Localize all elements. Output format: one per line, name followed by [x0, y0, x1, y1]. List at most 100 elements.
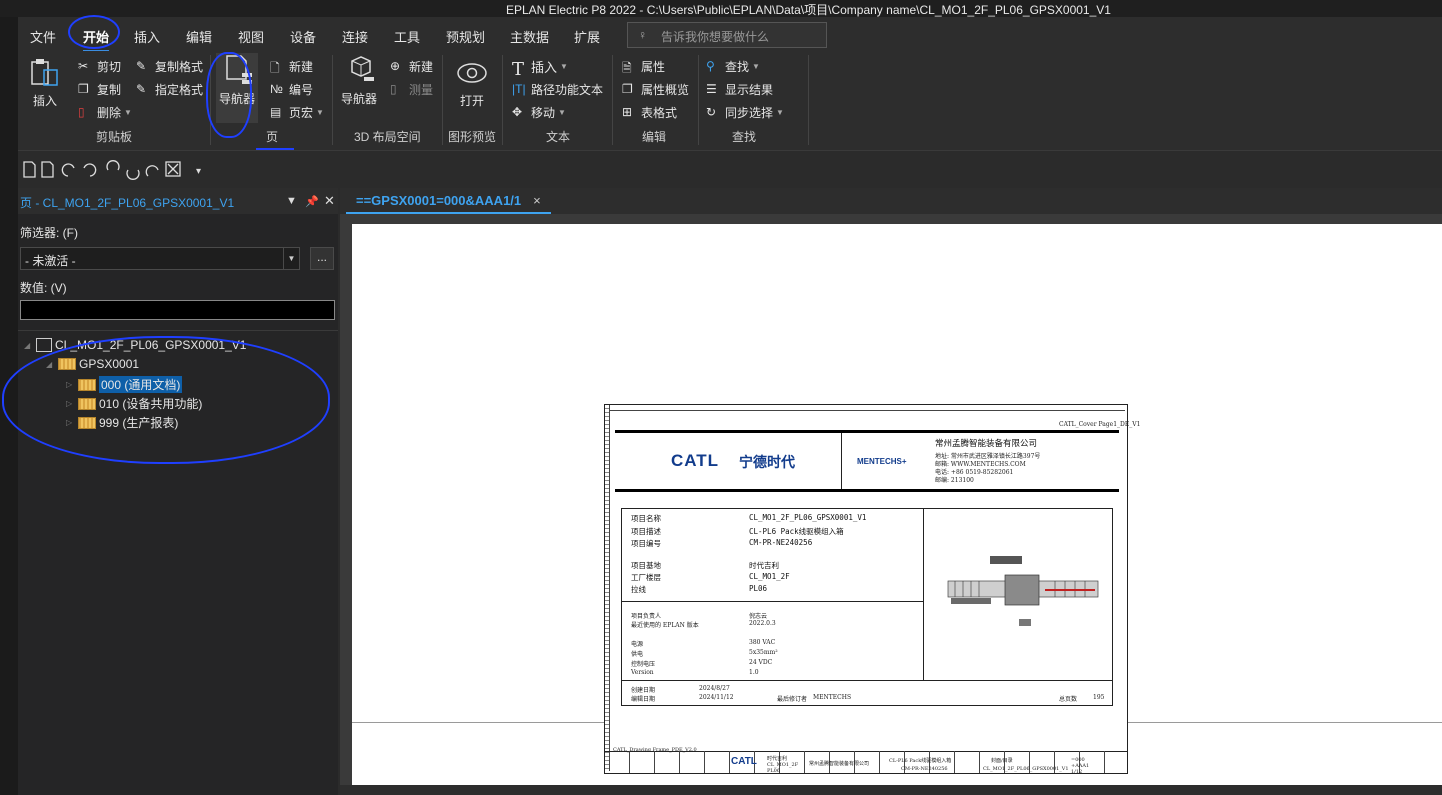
menu-edit[interactable]: 编辑 — [186, 27, 212, 46]
footer-field: CL_MO1_2F_PL06_GPSX0001_V1 — [983, 766, 1069, 772]
measure-button[interactable]: ▯ 测量 — [390, 81, 433, 98]
filter-label: 筛选器: (F) — [20, 226, 78, 240]
footer-field: 常州孟腾智能装备有限公司 — [809, 761, 870, 767]
table-format-label: 表格式 — [641, 106, 678, 120]
sync-select-button[interactable]: ↻ 同步选择 ▼ — [706, 104, 784, 121]
find-label: 查找 — [725, 60, 750, 74]
open-preview-button[interactable]: 打开 — [452, 59, 492, 109]
chevron-down-icon[interactable]: ▼ — [283, 248, 299, 269]
results-list-icon: ☰ — [706, 81, 717, 96]
delete-button[interactable]: ▯ 删除 ▼ — [78, 104, 132, 121]
eye-icon — [457, 63, 487, 83]
3d-navigator-button[interactable]: 导航器 — [338, 55, 380, 107]
apply-format-button[interactable]: ✎ 指定格式 — [136, 81, 203, 98]
spec-label: 最近使用的 EPLAN 版本 — [631, 622, 699, 629]
menu-file[interactable]: 文件 — [30, 27, 56, 46]
menu-devices[interactable]: 设备 — [290, 27, 316, 46]
field-value: CL_MO1_2F — [749, 572, 790, 581]
cover-sheet[interactable]: CATL_Cover Page1_DE_V1 CATL 宁德时代 MENTECH… — [604, 404, 1140, 775]
close-icon[interactable]: ✕ — [324, 193, 335, 209]
expand-icon[interactable]: ◢ — [24, 341, 36, 350]
ribbon-separator — [502, 55, 503, 145]
text-insert-label: 插入 — [531, 60, 558, 75]
show-results-button[interactable]: ☰ 显示结果 — [706, 81, 773, 98]
menu-insert[interactable]: 插入 — [134, 27, 160, 46]
properties-button[interactable]: 🗎 属性 — [622, 58, 665, 75]
spec-value: 380 VAC — [749, 639, 776, 646]
page-new-button[interactable]: 🗋 新建 — [270, 58, 313, 75]
insert-big-button[interactable]: 插入 — [26, 57, 64, 109]
path-function-text-button[interactable]: |T| 路径功能文本 — [512, 81, 603, 98]
page-macro-button[interactable]: ▤ 页宏 ▼ — [270, 104, 324, 121]
3d-new-label: 新建 — [409, 60, 434, 74]
field-value: CM-PR-NE240256 — [749, 538, 813, 547]
move-button[interactable]: ✥ 移动 ▼ — [512, 104, 566, 121]
footer-field: 时代吉利 — [767, 756, 788, 762]
page-number-button[interactable]: № 编号 — [270, 81, 313, 98]
spec-value: 24 VDC — [749, 659, 773, 666]
group-text: 文本 — [546, 130, 571, 144]
panel-header: 页 - CL_MO1_2F_PL06_GPSX0001_V1 ▼ 📌 ✕ — [18, 188, 338, 214]
spec-label: Version — [631, 669, 654, 676]
field-label: 项目描述 — [631, 527, 661, 536]
ribbon-separator — [808, 55, 809, 145]
show-results-label: 显示结果 — [725, 83, 774, 97]
cut-button[interactable]: ✂ 剪切 — [78, 58, 121, 75]
menu-master-data[interactable]: 主数据 — [510, 27, 549, 46]
properties-overview-label: 属性概览 — [641, 83, 690, 97]
document-tab[interactable]: ==GPSX0001=000&AAA1/1 × — [346, 188, 551, 214]
tab-close-icon[interactable]: × — [533, 193, 541, 208]
catl-cn-logo: 宁德时代 — [739, 454, 795, 470]
group-graphic-preview: 图形预览 — [448, 130, 497, 144]
footer-field: CM-PR-NE240256 — [901, 766, 948, 772]
pin-icon[interactable]: 📌 — [305, 195, 319, 208]
document-tab-bar: ==GPSX0001=000&AAA1/1 × — [340, 188, 1442, 214]
ribbon-separator — [332, 55, 333, 145]
value-input[interactable] — [20, 300, 335, 320]
company-name: 常州孟腾智能装备有限公司 — [935, 439, 1038, 449]
title-bar: EPLAN Electric P8 2022 - C:\Users\Public… — [0, 0, 1442, 17]
copy-button[interactable]: ❐ 复制 — [78, 81, 121, 98]
ribbon-separator — [698, 55, 699, 145]
text-insert-button[interactable]: T 插入 ▼ — [512, 57, 568, 80]
horizontal-scrollbar[interactable] — [340, 785, 1442, 795]
ribbon-separator — [442, 55, 443, 145]
panel-title: 页 - CL_MO1_2F_PL06_GPSX0001_V1 — [20, 196, 235, 210]
panel-dropdown-icon[interactable]: ▼ — [286, 195, 297, 207]
project-icon — [36, 338, 52, 352]
header-ref: CATL_Cover Page1_DE_V1 — [1059, 421, 1141, 428]
quick-access-icons: ▾ — [23, 160, 201, 180]
scissors-icon: ✂ — [78, 58, 89, 73]
trash-icon: ▯ — [78, 104, 85, 119]
page-new-label: 新建 — [289, 60, 314, 74]
menu-view[interactable]: 视图 — [238, 27, 264, 46]
group-page: 页 — [266, 130, 279, 144]
filter-more-button[interactable]: ... — [310, 247, 334, 270]
value-label: 数值: (V) — [20, 281, 67, 295]
3d-navigator-label: 导航器 — [340, 92, 377, 106]
machine-layout-image — [947, 556, 1099, 626]
properties-overview-button[interactable]: ❐ 属性概览 — [622, 81, 689, 98]
text-t-icon: T — [512, 58, 525, 80]
menu-preplanning[interactable]: 预规划 — [446, 27, 485, 46]
search-icon: ⚲ — [706, 58, 715, 73]
field-label: 项目编号 — [631, 539, 661, 548]
menu-connect[interactable]: 连接 — [342, 27, 368, 46]
filter-select[interactable]: - 未激活 - ▼ — [20, 247, 300, 270]
tell-me-search[interactable]: ♀ 告诉我你想要做什么 — [627, 22, 827, 48]
spec-value: 1.0 — [749, 669, 759, 676]
copy-format-button[interactable]: ✎ 复制格式 — [136, 58, 203, 75]
find-button[interactable]: ⚲ 查找 ▼ — [706, 58, 760, 75]
apply-format-label: 指定格式 — [155, 83, 204, 97]
last-editor-label: 最后修订者 — [777, 696, 808, 703]
header-divider — [841, 433, 842, 489]
properties-label: 属性 — [641, 60, 666, 74]
spec-label: 项目负责人 — [631, 613, 662, 620]
menu-tools[interactable]: 工具 — [394, 27, 420, 46]
3d-new-button[interactable]: ⊕ 新建 — [390, 58, 433, 75]
info-divider-dates — [621, 680, 1113, 681]
info-divider-horizontal — [621, 601, 923, 602]
menu-extensions[interactable]: 扩展 — [574, 27, 600, 46]
table-format-button[interactable]: ⊞ 表格式 — [622, 104, 677, 121]
annotation-circle-start — [68, 15, 120, 49]
